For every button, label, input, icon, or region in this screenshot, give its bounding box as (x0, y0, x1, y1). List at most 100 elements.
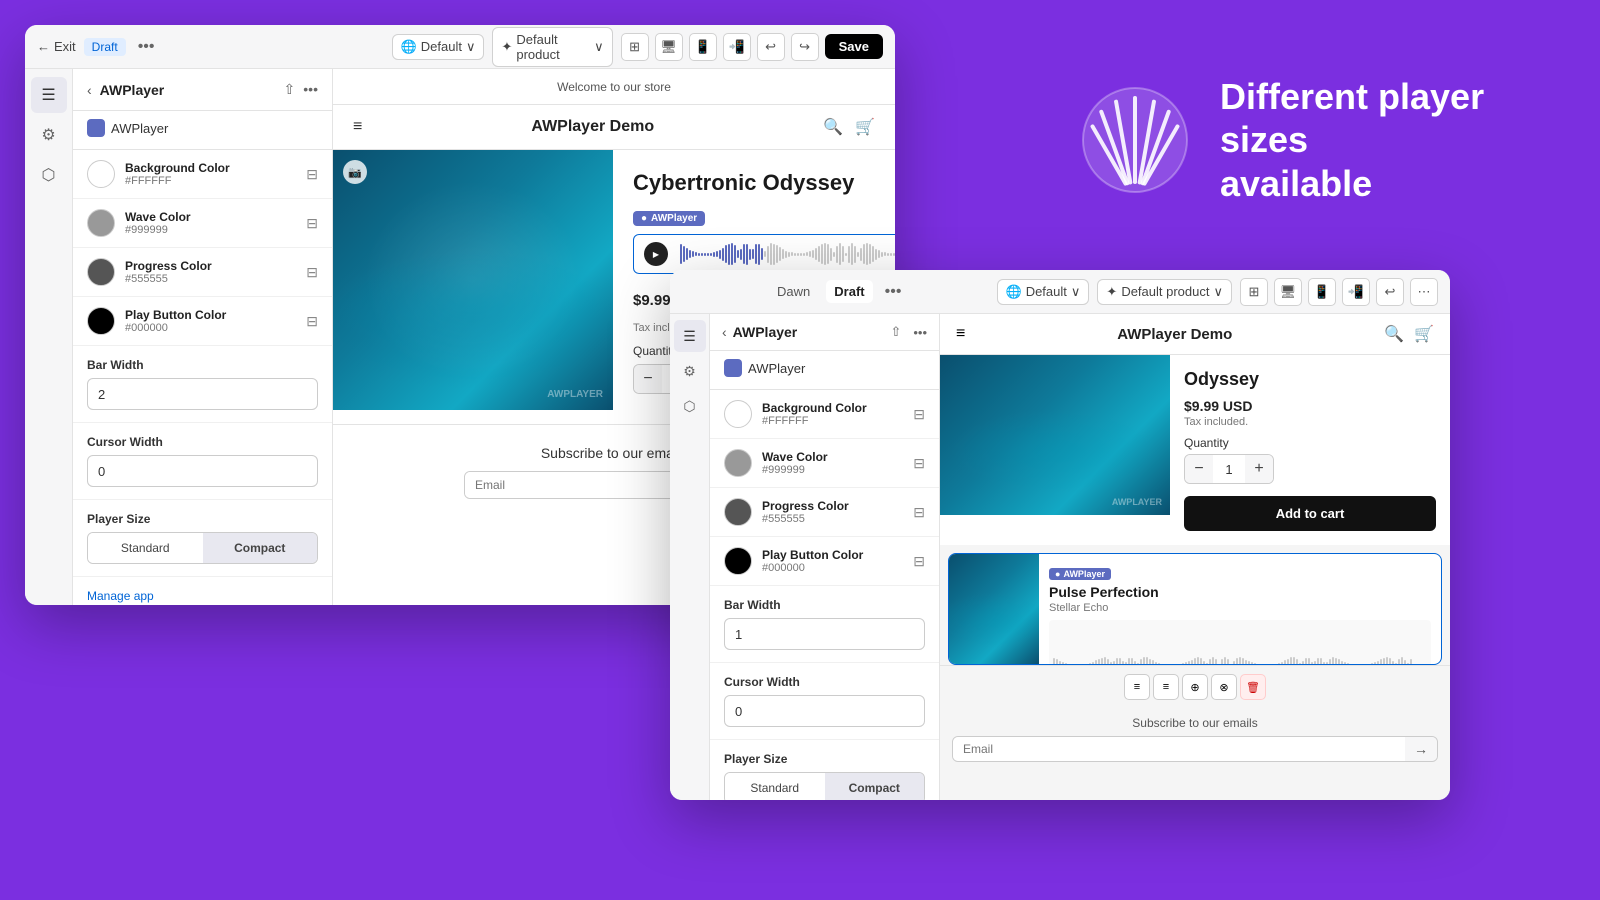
exit-label: Exit (54, 39, 76, 54)
editor2-background-swatch (724, 400, 752, 428)
editor2-tax: Tax included. (1184, 416, 1436, 428)
progress-color-edit-icon[interactable]: ⊟ (306, 264, 318, 281)
editor2-progress-color-row[interactable]: Progress Color #555555 ⊟ (710, 488, 939, 537)
editor2-mobile-btn[interactable]: 📲 (1342, 278, 1370, 306)
tab-dawn[interactable]: Dawn (769, 280, 818, 303)
layout-icon-btn[interactable]: ⊞ (621, 33, 649, 61)
editor2-wave-color-row[interactable]: Wave Color #999999 ⊟ (710, 439, 939, 488)
second-product-title: Pulse Perfection (1049, 584, 1431, 600)
chevron-down-icon-3: ∨ (1071, 284, 1081, 300)
background-color-edit-icon[interactable]: ⊟ (306, 166, 318, 183)
editor2-share-icon[interactable]: ⇧ (890, 324, 901, 340)
quantity-decrease-button[interactable]: − (634, 365, 662, 393)
editor2-tablet-btn[interactable]: 📱 (1308, 278, 1336, 306)
cart-icon[interactable]: 🛒 (855, 117, 875, 137)
editor2-compact-btn[interactable]: Compact (825, 773, 925, 800)
editor2-nav-settings[interactable]: ⚙ (674, 355, 706, 387)
play-btn-color-edit-icon[interactable]: ⊟ (306, 313, 318, 330)
compact-size-button[interactable]: Compact (203, 533, 318, 563)
editor2-product-dropdown[interactable]: ✦ Default product ∨ (1097, 279, 1232, 305)
store-header: ≡ AWPlayer Demo 🔍 🛒 (333, 105, 895, 150)
play-btn-color-row[interactable]: Play Button Color #000000 ⊟ (73, 297, 332, 346)
audio-player[interactable]: ▶ 4:24 (633, 234, 895, 274)
editor2-store-icons: 🔍 🛒 (1384, 324, 1434, 344)
editor2-background-color-row[interactable]: Background Color #FFFFFF ⊟ (710, 390, 939, 439)
manage-app-link[interactable]: Manage app (73, 577, 332, 605)
editor2-email-input[interactable] (953, 737, 1405, 761)
editor2-nav-apps[interactable]: ⬡ (674, 390, 706, 422)
editor2-progress-edit[interactable]: ⊟ (913, 504, 925, 521)
editor2-cart-icon[interactable]: 🛒 (1414, 324, 1434, 344)
editor2-more-icon[interactable]: ••• (913, 325, 927, 340)
editor2-nav: ☰ ⚙ ⬡ (670, 314, 710, 800)
play-btn-color-info: Play Button Color #000000 (125, 308, 296, 334)
editor2-back-arrow[interactable]: ‹ (722, 324, 727, 340)
progress-color-info: Progress Color #555555 (125, 259, 296, 285)
editor2-default-dropdown[interactable]: 🌐 Default ∨ (997, 279, 1090, 305)
editor2-layout-btn[interactable]: ⊞ (1240, 278, 1268, 306)
hero-section: Different player sizes available (1040, 0, 1600, 280)
tablet-icon-btn[interactable]: 📱 (689, 33, 717, 61)
editor2-wave-edit[interactable]: ⊟ (913, 455, 925, 472)
editor2-background-edit[interactable]: ⊟ (913, 406, 925, 423)
editor2-standard-btn[interactable]: Standard (725, 773, 825, 800)
editor2-playbtn-edit[interactable]: ⊟ (913, 553, 925, 570)
editor2-cursor-width-input[interactable] (724, 695, 925, 727)
email-arrow-icon[interactable]: → (1405, 737, 1437, 761)
nav-sections-icon[interactable]: ☰ (31, 77, 67, 113)
back-arrow-icon[interactable]: ‹ (87, 82, 92, 98)
standard-size-button[interactable]: Standard (88, 533, 203, 563)
editor2-player-size-section: Player Size Standard Compact (710, 740, 939, 800)
desktop-icon-btn[interactable]: 🖥 (655, 33, 683, 61)
editor2-toolbar-delete[interactable]: 🗑 (1240, 674, 1266, 700)
nav-apps-icon[interactable]: ⬡ (31, 157, 67, 193)
editor2-toolbar-icon-2[interactable]: ≡ (1153, 674, 1179, 700)
editor2-nav-sections[interactable]: ☰ (674, 320, 706, 352)
wave-color-row[interactable]: Wave Color #999999 ⊟ (73, 199, 332, 248)
bar-width-input[interactable] (87, 378, 318, 410)
editor2-desktop-btn[interactable]: 🖥 (1274, 278, 1302, 306)
background-color-row[interactable]: Background Color #FFFFFF ⊟ (73, 150, 332, 199)
progress-color-row[interactable]: Progress Color #555555 ⊟ (73, 248, 332, 297)
play-button[interactable]: ▶ (644, 242, 668, 266)
editor2-product-info: Odyssey $9.99 USD Tax included. Quantity… (1170, 355, 1450, 545)
editor2-toolbar-icon-1[interactable]: ≡ (1124, 674, 1150, 700)
editor2-toolbar-icon-4[interactable]: ⊗ (1211, 674, 1237, 700)
default-product-dropdown[interactable]: ✦ Default product ∨ (492, 27, 612, 67)
save-button[interactable]: Save (825, 34, 883, 59)
camera-icon: 📷 (343, 160, 367, 184)
editor2-qty-decrease[interactable]: − (1185, 455, 1213, 483)
editor2-more-btn[interactable]: ⋯ (1410, 278, 1438, 306)
editor2-hamburger-icon[interactable]: ≡ (956, 325, 965, 343)
editor2-bar-width-input[interactable] (724, 618, 925, 650)
editor2-background-info: Background Color #FFFFFF (762, 401, 903, 427)
wave-color-edit-icon[interactable]: ⊟ (306, 215, 318, 232)
editor2-toolbar: ≡ ≡ ⊕ ⊗ 🗑 (940, 665, 1450, 708)
wave-color-hex: #999999 (125, 224, 296, 236)
default-dropdown[interactable]: 🌐 Default ∨ (392, 34, 485, 60)
editor2-search-icon[interactable]: 🔍 (1384, 324, 1404, 344)
editor2-watermark: AWPLAYER (1112, 497, 1162, 507)
editor2-topbar-dots[interactable]: ••• (885, 283, 902, 301)
exit-button[interactable]: ← Exit (37, 39, 76, 54)
background-color-info: Background Color #FFFFFF (125, 161, 296, 187)
redo-icon-btn[interactable]: ↪ (791, 33, 819, 61)
tab-draft[interactable]: Draft (826, 280, 872, 303)
hamburger-icon[interactable]: ≡ (353, 118, 362, 136)
editor2-playbtn-color-row[interactable]: Play Button Color #000000 ⊟ (710, 537, 939, 586)
search-icon[interactable]: 🔍 (823, 117, 843, 137)
undo-icon-btn[interactable]: ↩ (757, 33, 785, 61)
cursor-width-input[interactable] (87, 455, 318, 487)
topbar-dots-icon[interactable]: ••• (138, 38, 155, 56)
sidebar-share-icon[interactable]: ⇧ (284, 81, 296, 98)
editor2-qty-increase[interactable]: + (1245, 455, 1273, 483)
editor2-undo-btn[interactable]: ↩ (1376, 278, 1404, 306)
exit-arrow-icon: ← (37, 39, 50, 54)
sidebar-more-icon[interactable]: ••• (303, 81, 318, 98)
mobile-icon-btn[interactable]: 📲 (723, 33, 751, 61)
editor2-toolbar-icon-3[interactable]: ⊕ (1182, 674, 1208, 700)
draft-badge[interactable]: Draft (84, 38, 126, 56)
editor2-bar-width-label: Bar Width (724, 598, 925, 612)
add-to-cart-button[interactable]: Add to cart (1184, 496, 1436, 531)
nav-settings-icon[interactable]: ⚙ (31, 117, 67, 153)
